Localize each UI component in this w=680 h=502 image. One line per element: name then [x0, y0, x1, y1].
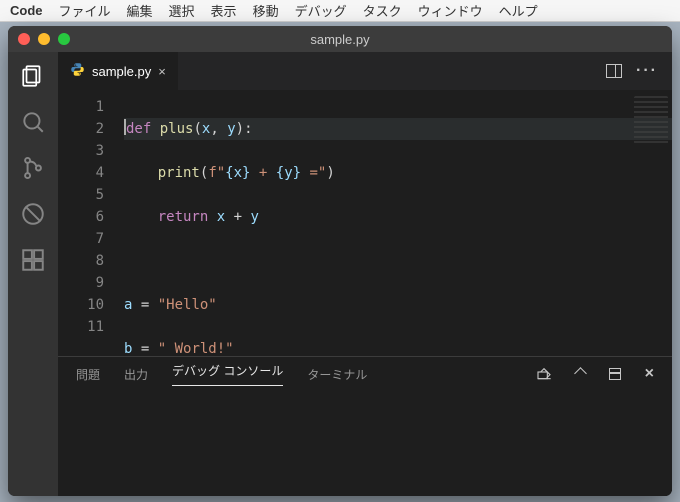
- tab-close-icon[interactable]: ×: [158, 64, 166, 79]
- close-panel-icon[interactable]: ×: [645, 365, 654, 383]
- split-editor-icon[interactable]: [606, 64, 622, 78]
- mac-menu-help[interactable]: ヘルプ: [499, 1, 538, 20]
- code-line[interactable]: def plus(x, y):: [124, 118, 672, 140]
- window-title: sample.py: [8, 32, 672, 47]
- mac-menu-bar: Code ファイル 編集 選択 表示 移動 デバッグ タスク ウィンドウ ヘルプ: [0, 0, 680, 22]
- tab-sample-py[interactable]: sample.py ● ×: [58, 52, 179, 90]
- line-numbers: 1 2 3 4 5 6 7 8 9 10 11: [58, 90, 118, 356]
- collapse-panel-icon[interactable]: [576, 367, 585, 381]
- maximize-panel-icon[interactable]: [609, 368, 621, 380]
- python-file-icon: [70, 62, 85, 80]
- mac-menu-go[interactable]: 移動: [253, 1, 279, 20]
- code-line[interactable]: a = "Hello": [124, 294, 672, 316]
- mac-menu-window[interactable]: ウィンドウ: [418, 1, 483, 20]
- debug-icon[interactable]: [19, 200, 47, 228]
- panel-tab-problems[interactable]: 問題: [76, 366, 100, 383]
- search-icon[interactable]: [19, 108, 47, 136]
- code-content[interactable]: def plus(x, y): print(f"{x} + {y} =") re…: [118, 90, 672, 356]
- more-actions-icon[interactable]: ···: [636, 62, 658, 80]
- window-body: sample.py ● × ··· 1 2 3 4 5 6: [8, 52, 672, 496]
- code-editor[interactable]: 1 2 3 4 5 6 7 8 9 10 11 def plus(x, y): …: [58, 90, 672, 356]
- mac-menu-edit[interactable]: 編集: [127, 1, 153, 20]
- panel-tab-terminal[interactable]: ターミナル: [307, 366, 367, 383]
- mac-menu-selection[interactable]: 選択: [169, 1, 195, 20]
- panel-tab-output[interactable]: 出力: [124, 366, 148, 383]
- code-line[interactable]: print(f"{x} + {y} ="): [124, 162, 672, 184]
- editor-actions: ···: [592, 52, 672, 90]
- panel-tabs: 問題 出力 デバッグ コンソール ターミナル ×: [58, 357, 672, 391]
- code-line[interactable]: return x + y: [124, 206, 672, 228]
- tab-label: sample.py: [92, 64, 151, 79]
- panel-tab-debug-console[interactable]: デバッグ コンソール: [172, 362, 283, 386]
- mac-menu-view[interactable]: 表示: [211, 1, 237, 20]
- code-line[interactable]: b = " World!": [124, 338, 672, 356]
- editor-area: sample.py ● × ··· 1 2 3 4 5 6: [58, 52, 672, 496]
- activity-bar: [8, 52, 58, 496]
- mac-menu-debug[interactable]: デバッグ: [295, 1, 347, 20]
- mac-menu-app[interactable]: Code: [10, 3, 43, 18]
- tab-spacer: [179, 52, 592, 90]
- titlebar[interactable]: sample.py: [8, 26, 672, 52]
- debug-console-body[interactable]: [58, 391, 672, 496]
- mac-menu-file[interactable]: ファイル: [59, 1, 111, 20]
- bottom-panel: 問題 出力 デバッグ コンソール ターミナル ×: [58, 356, 672, 496]
- source-control-icon[interactable]: [19, 154, 47, 182]
- minimap[interactable]: [634, 96, 668, 144]
- explorer-icon[interactable]: [19, 62, 47, 90]
- vscode-window: sample.py: [8, 26, 672, 496]
- editor-tabs: sample.py ● × ···: [58, 52, 672, 90]
- clear-console-icon[interactable]: [536, 366, 552, 382]
- mac-menu-task[interactable]: タスク: [363, 1, 402, 20]
- code-line[interactable]: [124, 250, 672, 272]
- extensions-icon[interactable]: [19, 246, 47, 274]
